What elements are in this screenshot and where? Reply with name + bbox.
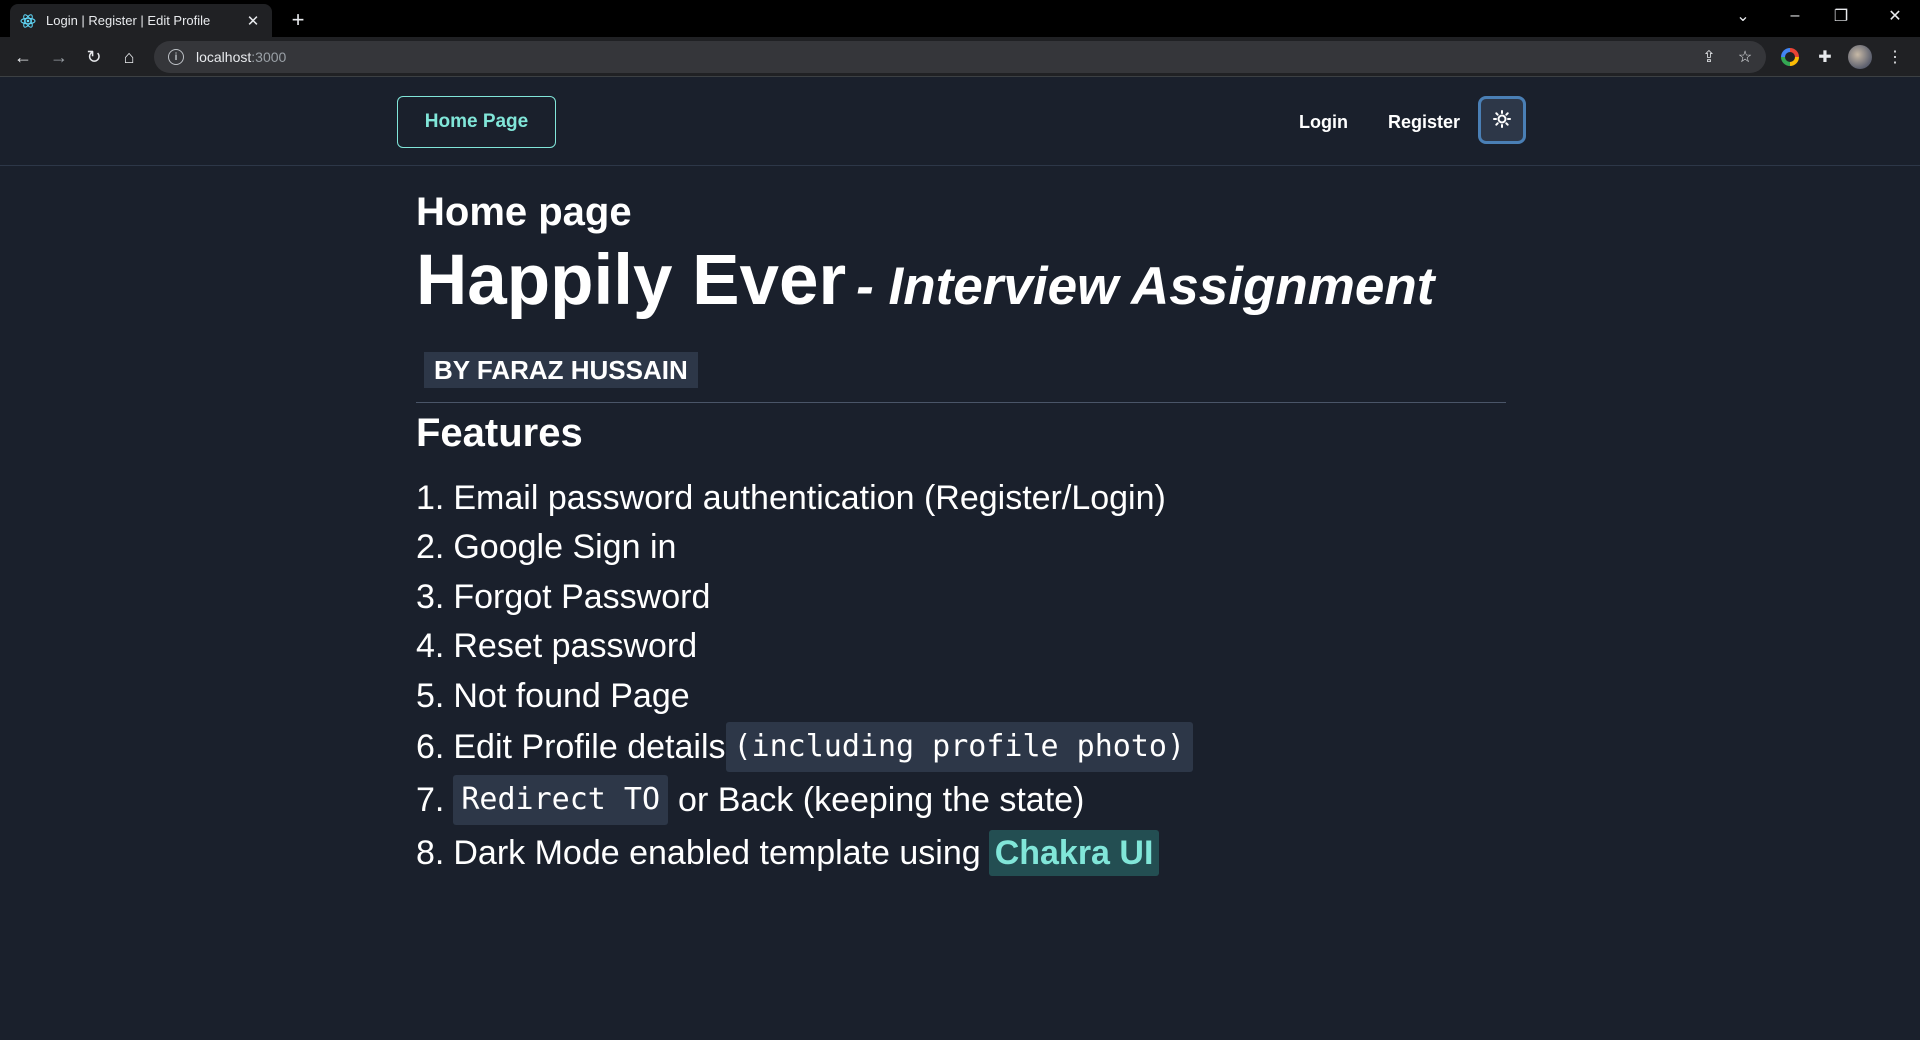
headline-sub: - Interview Assignment <box>856 257 1435 316</box>
inline-code: (including profile photo) <box>725 722 1194 772</box>
feature-item: 8. Dark Mode enabled template using Chakra… <box>416 827 1506 880</box>
author-byline: BY FARAZ HUSSAIN <box>424 352 698 388</box>
divider <box>416 402 1506 403</box>
feature-item: 1. Email password authentication (Registe… <box>416 478 1166 517</box>
inline-code: Redirect TO <box>453 775 669 825</box>
register-link[interactable]: Register <box>1388 96 1460 148</box>
main-content: Home page Happily Ever - Interview Assig… <box>416 188 1506 880</box>
url-host: localhost <box>196 49 252 65</box>
feature-item: 7. Redirect TO or Back (keeping the state) <box>416 774 1506 827</box>
feature-item: 5. Not found Page <box>416 676 690 715</box>
back-icon[interactable]: ← <box>8 42 38 72</box>
home-page-button[interactable]: Home Page <box>397 96 556 148</box>
minimize-icon[interactable]: – <box>1772 0 1818 32</box>
address-bar[interactable]: i localhost:3000 ⇪ ☆ <box>154 41 1766 73</box>
reload-icon[interactable]: ↻ <box>79 42 109 72</box>
react-icon <box>20 13 36 29</box>
url-port: :3000 <box>251 49 287 65</box>
extensions-puzzle-icon[interactable]: ✚ <box>1810 42 1840 72</box>
tab-title: Login | Register | Edit Profile <box>46 13 211 28</box>
site-info-icon[interactable]: i <box>168 49 184 65</box>
login-link[interactable]: Login <box>1299 96 1348 148</box>
browser-tab[interactable]: Login | Register | Edit Profile ✕ <box>10 4 272 37</box>
feature-item: 6. Edit Profile details (including profile… <box>416 721 1506 774</box>
features-list: 1. Email password authentication (Registe… <box>416 473 1506 880</box>
features-heading: Features <box>416 411 583 455</box>
menu-kebab-icon[interactable]: ⋮ <box>1880 42 1910 72</box>
page: Home Page Login Register Home page Happi… <box>0 78 1920 1040</box>
headline: Happily Ever - Interview Assignment <box>416 240 1506 322</box>
home-icon[interactable]: ⌂ <box>114 42 144 72</box>
close-window-icon[interactable]: ✕ <box>1872 0 1918 32</box>
headline-main: Happily Ever <box>416 241 847 320</box>
sun-icon <box>1493 109 1511 131</box>
share-icon[interactable]: ⇪ <box>1694 41 1724 73</box>
feature-item: 4. Reset password <box>416 627 698 666</box>
extension-icon[interactable] <box>1775 42 1805 72</box>
feature-item: 2. Google Sign in <box>416 528 677 567</box>
page-title: Home page <box>416 190 632 234</box>
tab-search-icon[interactable]: ⌄ <box>1720 0 1766 32</box>
theme-toggle-button[interactable] <box>1478 96 1526 144</box>
browser-tabstrip: Login | Register | Edit Profile ✕ + ⌄ – … <box>0 0 1920 37</box>
chakra-ui-highlight: Chakra UI <box>988 830 1160 876</box>
new-tab-icon[interactable]: + <box>284 6 312 34</box>
restore-icon[interactable]: ❐ <box>1818 0 1864 32</box>
feature-item: 3. Forgot Password <box>416 577 711 616</box>
close-tab-icon[interactable]: ✕ <box>244 12 262 30</box>
site-navbar: Home Page Login Register <box>0 78 1920 166</box>
browser-toolbar: ← → ↻ ⌂ i localhost:3000 ⇪ ☆ ✚ ⋮ <box>0 37 1920 77</box>
profile-avatar-icon[interactable] <box>1845 42 1875 72</box>
forward-icon[interactable]: → <box>44 42 74 72</box>
bookmark-star-icon[interactable]: ☆ <box>1730 41 1760 73</box>
